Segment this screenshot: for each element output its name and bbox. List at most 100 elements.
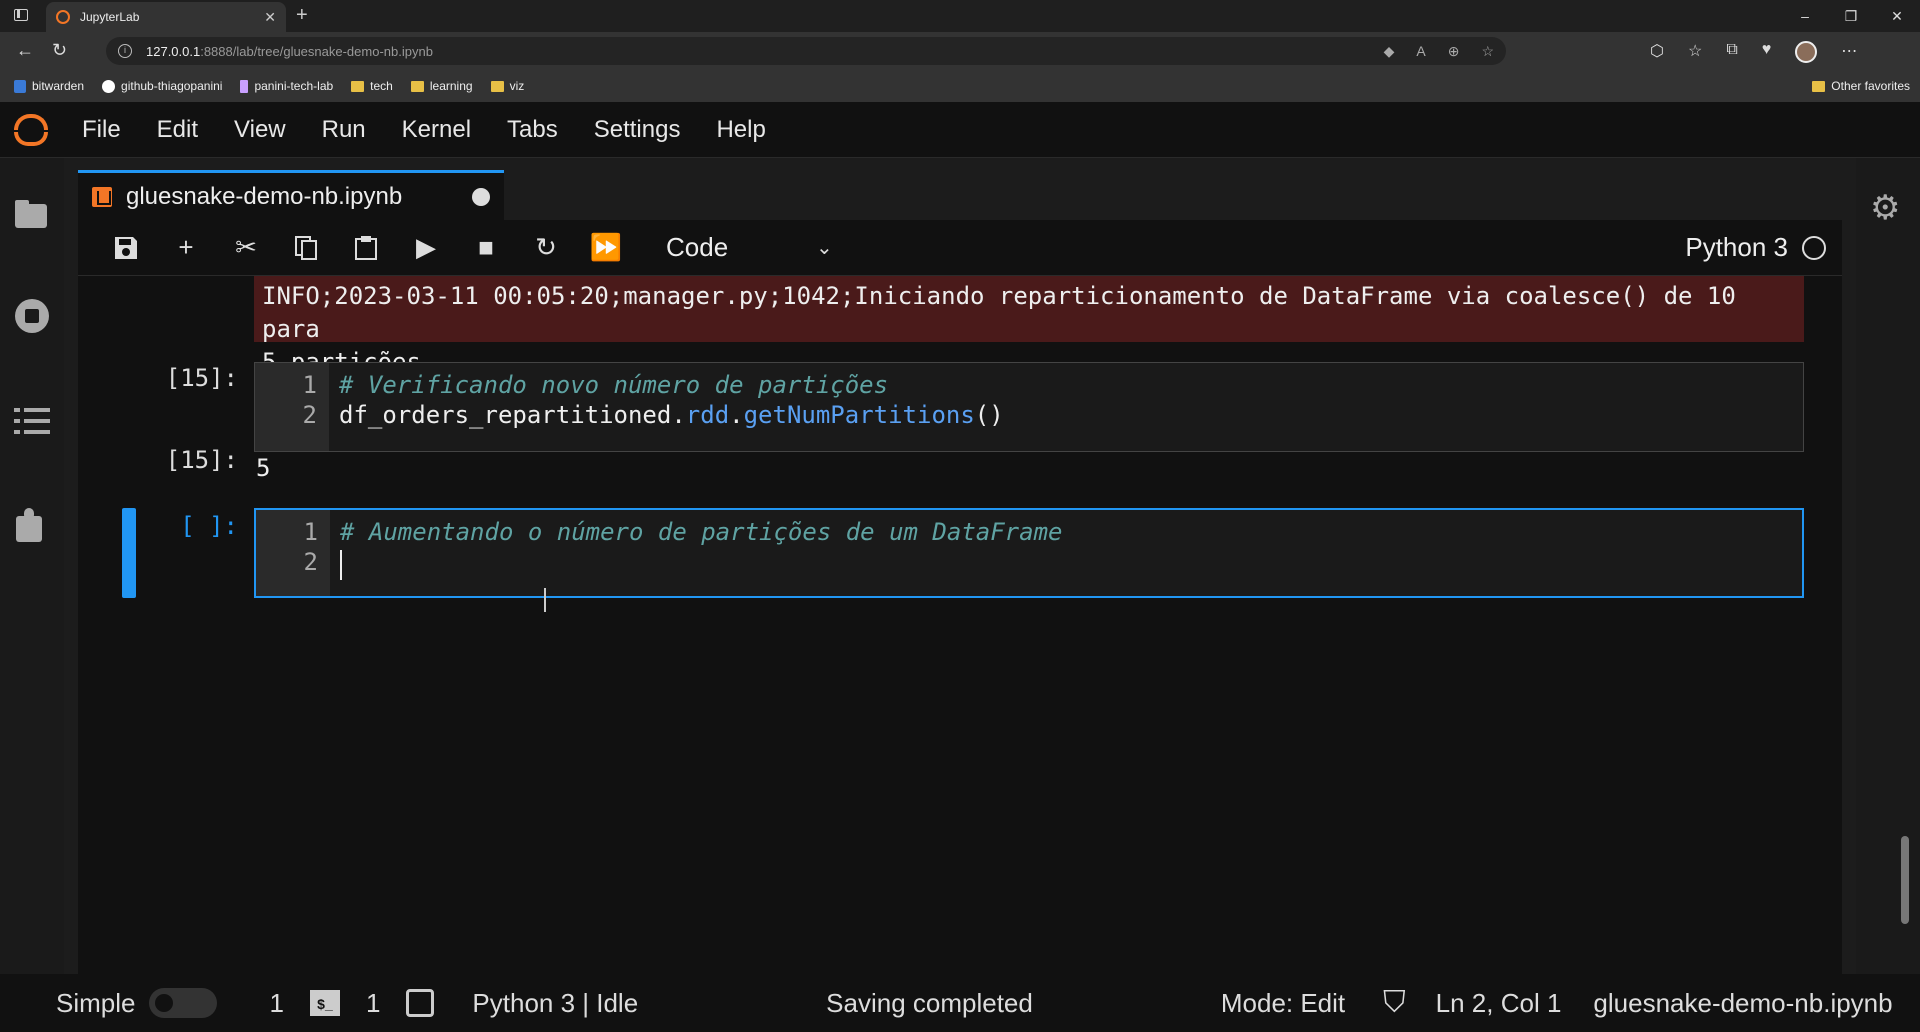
restore-button[interactable]: ❐ <box>1828 0 1874 32</box>
save-status: Saving completed <box>826 987 1033 1018</box>
folder-icon <box>351 80 365 92</box>
copy-icon[interactable] <box>276 228 336 268</box>
folder-icon <box>410 80 424 92</box>
more-menu-icon[interactable]: ⋯ <box>1841 41 1857 63</box>
favorites-icon[interactable]: ☆ <box>1688 41 1702 63</box>
kernel-name[interactable]: Python 3 <box>1685 232 1788 263</box>
vertical-scrollbar[interactable] <box>1898 276 1912 966</box>
status-bar: Simple 1 $_ 1 Python 3 | Idle Saving com… <box>0 974 1920 1032</box>
code-dot: . <box>671 401 686 429</box>
folder-icon <box>1812 80 1826 92</box>
chevron-down-icon[interactable]: ⌄ <box>816 235 833 260</box>
extension-manager-icon[interactable] <box>14 508 50 544</box>
notebook-panel[interactable]: INFO;2023-03-11 00:05:20;manager.py;1042… <box>78 276 1842 974</box>
browser-essentials-icon[interactable]: ♥ <box>1762 41 1772 63</box>
scrollbar-thumb[interactable] <box>1901 836 1909 924</box>
new-tab-button[interactable]: + <box>296 4 308 27</box>
browser-tab-title: JupyterLab <box>80 10 140 24</box>
window-menu-icon[interactable] <box>14 9 28 21</box>
notebook-tab[interactable]: gluesnake-demo-nb.ipynb <box>78 170 504 220</box>
browser-tab-strip: JupyterLab ✕ + – ❐ ✕ <box>0 0 1920 32</box>
bookmark-tech[interactable]: tech <box>351 79 393 93</box>
close-tab-icon[interactable]: ✕ <box>264 9 276 26</box>
bookmark-label: tech <box>370 79 393 93</box>
profile-avatar[interactable] <box>1795 41 1818 63</box>
address-bar[interactable]: i 127.0.0.1 :8888/lab/tree/gluesnake-dem… <box>106 37 1506 65</box>
tag-icon[interactable]: ◆ <box>1384 43 1395 60</box>
kernel-chip-icon[interactable] <box>406 989 435 1017</box>
read-aloud-icon[interactable]: A <box>1416 43 1425 60</box>
input-prompt: [ ]: <box>180 512 238 540</box>
menu-view[interactable]: View <box>234 116 286 144</box>
add-cell-icon[interactable]: + <box>156 228 216 268</box>
restart-icon[interactable]: ↻ <box>516 228 576 268</box>
notebook-toolbar: + ✂ ▶ ■ ↻ ⏩ Code ⌄ Python 3 <box>78 220 1842 276</box>
file-browser-icon[interactable] <box>14 196 50 232</box>
collections-icon[interactable]: ⧉ <box>1726 41 1737 63</box>
bitwarden-icon <box>14 79 26 93</box>
zoom-icon[interactable]: ⊕ <box>1448 43 1460 60</box>
jupyter-logo-icon <box>12 110 52 150</box>
menu-kernel[interactable]: Kernel <box>402 116 471 144</box>
paste-icon[interactable] <box>336 228 396 268</box>
cell-type-select[interactable]: Code <box>666 232 816 263</box>
back-icon[interactable]: ← <box>16 40 34 61</box>
terminal-icon[interactable]: $_ <box>309 990 340 1016</box>
output-prompt: [15]: <box>165 446 238 474</box>
terminal-count[interactable]: 1 <box>269 988 283 1019</box>
stop-icon[interactable]: ■ <box>456 228 516 268</box>
code-parens: () <box>974 401 1004 429</box>
save-icon[interactable] <box>96 228 156 268</box>
bookmark-learning[interactable]: learning <box>410 79 473 93</box>
kernel-count[interactable]: 1 <box>366 988 380 1019</box>
flask-icon <box>240 79 249 93</box>
table-of-contents-icon[interactable] <box>14 404 50 440</box>
cut-icon[interactable]: ✂ <box>216 228 276 268</box>
simple-mode-label: Simple <box>56 987 136 1018</box>
browser-tab[interactable]: JupyterLab ✕ <box>46 2 286 32</box>
browser-toolbar-icons: ⬡ ☆ ⧉ ♥ ⋯ <box>1650 41 1857 63</box>
code-attribute: rdd <box>685 401 730 429</box>
other-favorites[interactable]: Other favorites <box>1812 79 1910 93</box>
favorite-star-icon[interactable]: ☆ <box>1481 43 1494 60</box>
fast-forward-icon[interactable]: ⏩ <box>576 228 636 268</box>
menu-file[interactable]: File <box>82 116 121 144</box>
site-info-icon[interactable]: i <box>118 44 132 58</box>
code-editor[interactable]: 1 2 # Aumentando o número de partições d… <box>254 508 1804 598</box>
notebook-tab-name: gluesnake-demo-nb.ipynb <box>126 182 403 210</box>
cursor-position[interactable]: Ln 2, Col 1 <box>1436 988 1562 1019</box>
bookmark-github[interactable]: github-thiagopanini <box>102 79 222 93</box>
menu-settings[interactable]: Settings <box>594 116 681 144</box>
unsaved-indicator-icon[interactable] <box>472 187 490 206</box>
bookmark-label: viz <box>509 79 525 93</box>
other-favorites-label: Other favorites <box>1831 79 1910 93</box>
running-sessions-icon[interactable] <box>14 298 50 334</box>
jupyter-menubar: File Edit View Run Kernel Tabs Settings … <box>0 102 1920 158</box>
simple-mode-toggle[interactable] <box>149 988 218 1018</box>
bookmark-label: learning <box>429 79 473 93</box>
run-icon[interactable]: ▶ <box>396 228 456 268</box>
reload-icon[interactable]: ↻ <box>52 40 67 61</box>
code-comment: # Aumentando o número de partições de um… <box>340 518 1063 546</box>
menu-edit[interactable]: Edit <box>157 116 198 144</box>
property-inspector-gears-icon[interactable]: ⚙ <box>1870 188 1900 228</box>
close-window-button[interactable]: ✕ <box>1874 0 1920 32</box>
extensions-icon[interactable]: ⬡ <box>1650 41 1664 63</box>
folder-icon <box>490 80 504 92</box>
code-method: getNumPartitions <box>743 401 975 429</box>
bookmark-panini-tech-lab[interactable]: panini-tech-lab <box>240 79 333 93</box>
kernel-status[interactable]: Python 3 | Idle <box>472 988 638 1019</box>
url-host: 127.0.0.1 <box>146 43 201 59</box>
bookmark-viz[interactable]: viz <box>490 79 525 93</box>
mouse-ibeam-cursor <box>544 588 546 612</box>
menu-run[interactable]: Run <box>322 116 366 144</box>
menu-help[interactable]: Help <box>716 116 765 144</box>
left-sidebar <box>0 158 64 974</box>
minimize-button[interactable]: – <box>1782 0 1828 32</box>
code-dot: . <box>729 401 744 429</box>
menu-tabs[interactable]: Tabs <box>507 116 558 144</box>
trust-shield-icon[interactable]: ⛉ <box>1383 986 1406 1020</box>
code-editor[interactable]: 1 2 # Verificando novo número de partiçõ… <box>254 362 1804 452</box>
bookmark-bitwarden[interactable]: bitwarden <box>14 79 84 93</box>
url-path: :8888/lab/tree/gluesnake-demo-nb.ipynb <box>200 43 433 59</box>
